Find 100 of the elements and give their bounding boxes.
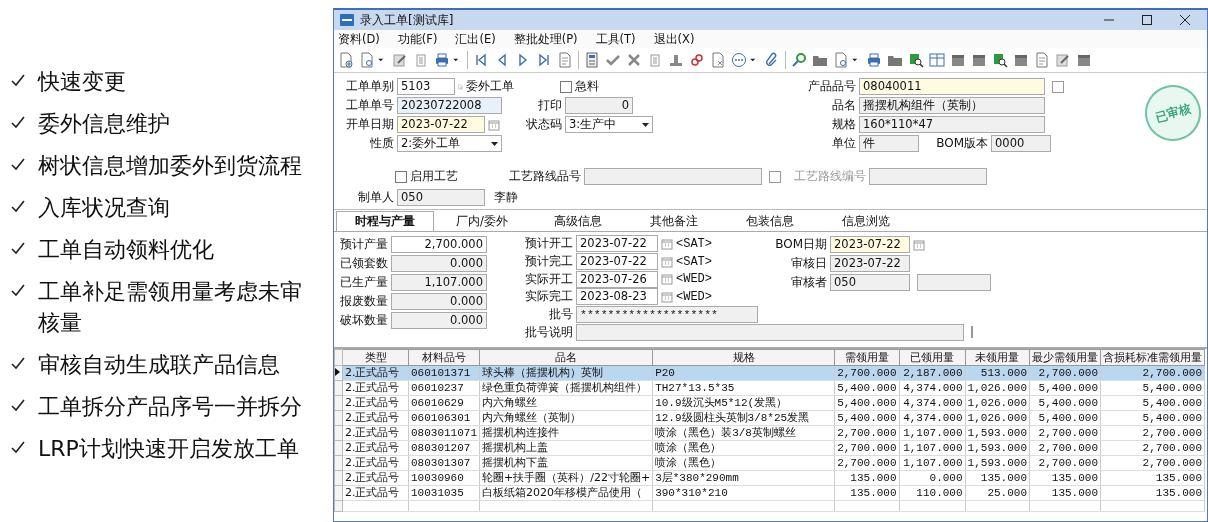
table-cell: 4,374.000 [899,410,966,426]
caret-icon [642,122,649,127]
field-label: 预计开工 [524,235,573,253]
box-icon[interactable] [1013,52,1029,68]
table-row[interactable]: 2.正式品号 060101371 球头棒（摇摆机构）英制 P20 2,700.000 2,187.000 513.000 2,700.000 2,700.000 [334,365,1205,381]
window-title: 录入工单[测试库] [360,11,454,29]
column-header[interactable]: 规格 [652,349,835,366]
table-cell: 5,400.000 [1100,410,1205,426]
column-header[interactable]: 品名 [479,349,653,366]
table-row[interactable]: 2.正式品号 080301307 摇摆机构下盖 喷涂（黑色） 2,700.000 1,107.000 1,593.000 2,700.000 2,700.000 [334,455,1205,471]
table-cell: 5,400.000 [1029,395,1101,411]
cross-icon[interactable] [626,52,642,68]
column-header[interactable]: 最少需领用量 [1029,349,1101,366]
document-x-icon[interactable] [710,52,726,68]
close-icon[interactable] [1180,15,1190,25]
menu-item[interactable]: 退出(X) [653,31,695,47]
order-number-field[interactable]: 20230722008 [397,97,502,114]
table-row[interactable]: 2.正式品号 080301207 摇摆机构上盖 喷涂（黑色） 2,700.000 1,107.000 1,593.000 2,700.000 2,700.000 [334,440,1205,456]
search-icon[interactable] [908,52,924,68]
feature-text: 快速变更 [38,68,127,96]
document-plus-icon[interactable] [338,52,354,68]
table-cell: 2,700.000 [834,455,900,471]
pencil-icon[interactable] [392,52,408,68]
menu-item[interactable]: 工具(T) [595,31,636,47]
link-icon[interactable] [689,52,705,68]
menu-item[interactable]: 资料(D) [338,31,380,47]
menu-item[interactable]: 汇出(E) [455,31,496,47]
urgent-checkbox[interactable] [560,80,572,93]
column-header[interactable]: 材料品号 [408,349,480,366]
printer-icon[interactable] [866,52,882,68]
first-icon[interactable] [473,52,489,68]
tab[interactable]: 包装信息 [722,212,818,231]
menu-item[interactable]: 功能(F) [397,31,438,47]
tab[interactable]: 时程与产量 [336,211,434,231]
tab[interactable]: 信息浏览 [818,212,914,231]
route-checkbox[interactable] [395,170,407,183]
table-row[interactable]: 2.正式品号 06010237 绿色重负荷弹簧（摇摆机构组件） TH27*13.5*35 5,400.000 4,374.000 1,026.000 5,400.000 5,400.000 [334,380,1205,396]
last-icon[interactable] [536,52,552,68]
box-icon[interactable] [971,52,987,68]
date-field[interactable]: 2023-07-22 [576,253,658,270]
weekday-text: <WED> [676,272,712,287]
refresh-icon[interactable] [791,52,807,68]
document-icon[interactable] [1034,52,1050,68]
document-search-icon[interactable] [359,52,375,68]
table-row[interactable]: 2.正式品号 060106301 内六角螺丝（英制） 12.9级圆柱头英制3/8*25发黑 5,400.000 4,374.000 1,026.000 5,400.000 5,400.000 [334,410,1205,426]
review-field[interactable]: 2023-07-22 [830,255,910,272]
column-header[interactable]: 类型 [342,349,409,366]
maximize-icon[interactable] [1142,15,1152,25]
date-field[interactable]: 2023-07-22 [397,116,485,133]
field-label: 规格 [831,116,856,133]
stamp-icon[interactable] [668,52,684,68]
product-name-field: 摇摆机构组件（英制） [859,97,1045,114]
grid-icon[interactable] [929,52,945,68]
more-icon[interactable] [731,52,747,68]
menu-item[interactable]: 整批处理(P) [513,31,578,47]
review-field[interactable]: 2023-07-22 [830,236,910,253]
check-icon[interactable] [605,52,621,68]
document-search-icon[interactable] [833,52,849,68]
table-row[interactable]: 2.正式品号 06010629 内六角螺丝 10.9级沉头M5*12(发黑） 5,400.000 4,374.000 1,026.000 5,400.000 5,400.000 [334,395,1205,411]
printer-icon[interactable] [434,52,450,68]
document-icon[interactable] [557,52,573,68]
calculator-icon[interactable] [584,52,600,68]
field-label: 产品品号 [807,78,856,95]
quantity-field[interactable]: 0.000 [391,312,487,329]
table-cell: 25.000 [965,485,1030,501]
pencil-icon[interactable] [1055,52,1071,68]
date-field[interactable]: 2023-07-22 [576,235,658,253]
box-icon[interactable] [1076,52,1092,68]
status-dropdown[interactable]: 3:生产中 [565,116,653,133]
batch-number-field: ******************** [576,306,758,323]
table-cell: 0803011071 [408,425,480,441]
column-header[interactable]: 含损耗标准需领用量 [1100,349,1205,366]
table-cell: 12.9级圆柱头英制3/8*25发黑 [652,410,835,426]
column-header[interactable]: 已领用量 [899,349,966,366]
column-header[interactable]: 未领用量 [965,349,1030,366]
tab[interactable]: 高级信息 [530,212,626,231]
creator-name: 李静 [494,189,518,206]
quantity-field[interactable]: 1,107.000 [391,274,487,291]
row-pointer-icon [335,368,340,376]
checkbox-label: 启用工艺 [410,168,459,185]
box-icon[interactable] [950,52,966,68]
review-field[interactable]: 050 [830,274,910,291]
table-row[interactable]: 2.正式品号 10031035 白板纸箱2020年移模产品使用（ 390*310*210 135.000 110.000 25.000 135.000 135.000 [334,485,1205,501]
date-field[interactable]: 2023-07-26 [576,270,658,288]
field-label: 批号 [548,306,573,323]
nature-dropdown[interactable]: 2:委外工单 [397,135,502,152]
search-icon[interactable] [992,52,1008,68]
product-number-field[interactable]: 08040011 [859,78,1045,95]
quantity-field[interactable]: 0.000 [391,255,487,272]
field-label: 报废数量 [339,293,388,310]
quantity-field[interactable]: 2,700.000 [391,236,487,253]
check-icon [10,282,26,298]
tab[interactable]: 其他备注 [626,212,722,231]
quantity-field[interactable]: 0.000 [391,293,487,310]
table-row[interactable]: 2.正式品号 0803011071 摇摆机构连接件 喷涂（黑色）装3/8英制螺丝 2,700.000 1,107.000 1,593.000 2,700.000 2,700.000 [334,425,1205,441]
column-header[interactable]: 需领用量 [834,349,900,366]
table-row[interactable]: 2.正式品号 10030960 轮圈+扶手圈（英科）/22寸轮圈+ 3层*380*290mm 135.000 0.000 135.000 135.000 135.000 [334,470,1205,486]
order-type-field[interactable]: 5103 [397,78,455,95]
date-field[interactable]: 2023-08-23 [576,288,658,306]
tab[interactable]: 厂内/委外 [434,212,530,231]
